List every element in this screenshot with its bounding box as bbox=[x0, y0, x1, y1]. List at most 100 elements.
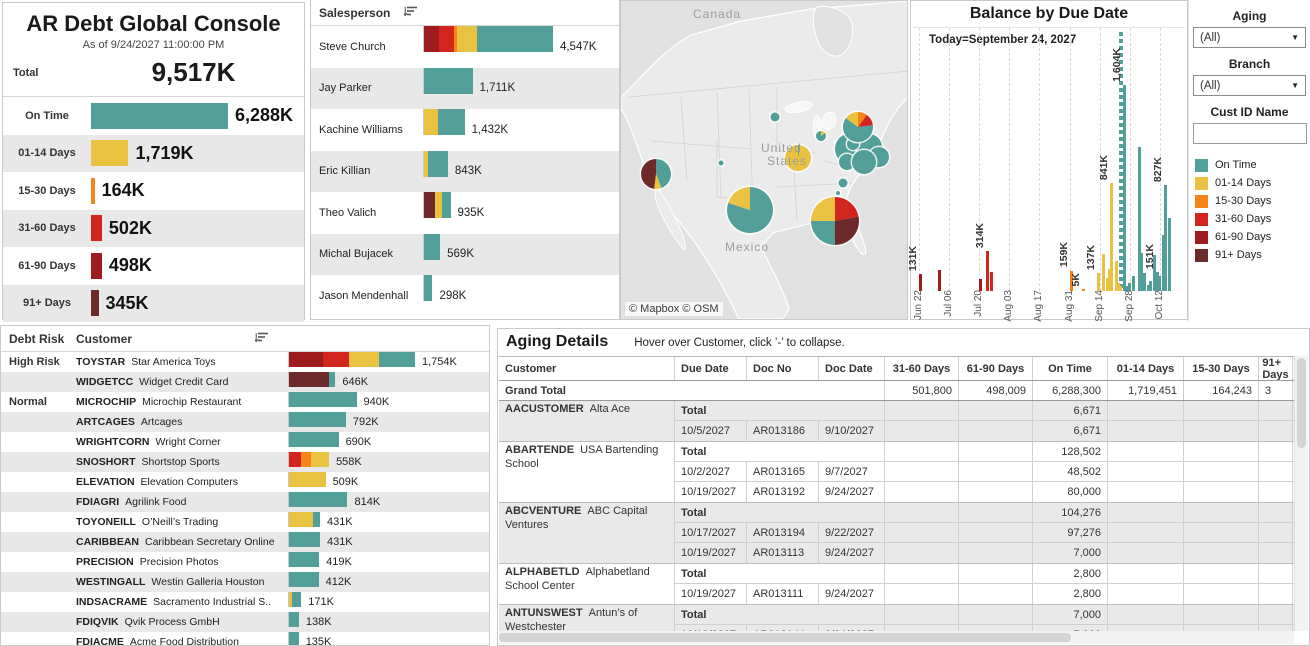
column-header[interactable]: 91+ Days bbox=[1259, 357, 1293, 380]
invoice-row[interactable]: 10/19/2027AR0131929/24/202780,000 bbox=[675, 482, 1294, 502]
group-total-row[interactable]: Total104,276 bbox=[675, 503, 1294, 523]
column-header[interactable]: 61-90 Days bbox=[959, 357, 1033, 380]
salesperson-row[interactable]: Kachine Williams1,432K bbox=[311, 109, 619, 151]
column-header[interactable]: 15-30 Days bbox=[1184, 357, 1259, 380]
legend-item[interactable]: 91+ Days bbox=[1189, 246, 1310, 264]
salesperson-row[interactable]: Steve Church4,547K bbox=[311, 26, 619, 68]
sort-icon[interactable] bbox=[255, 332, 268, 346]
bar-segment[interactable] bbox=[424, 275, 432, 301]
customer-row[interactable]: FDIQVIKQvik Process GmbH138K bbox=[1, 612, 489, 632]
customer-row[interactable]: WRIGHTCORNWright Corner690K bbox=[1, 432, 489, 452]
bar[interactable] bbox=[1123, 85, 1126, 291]
map-panel[interactable]: Canada United States Mexico © Mapbox © O… bbox=[620, 0, 908, 320]
map-pie[interactable] bbox=[836, 191, 840, 195]
group-customer-cell[interactable]: ABARTENDEUSA Bartending School bbox=[499, 442, 675, 502]
bar-segment[interactable] bbox=[428, 151, 448, 177]
invoice-row[interactable]: 10/2/2027AR0131659/7/202748,502 bbox=[675, 462, 1294, 482]
bar-segment[interactable] bbox=[289, 512, 313, 527]
bar-segment[interactable] bbox=[424, 26, 439, 52]
grand-total-row[interactable]: Grand Total501,800498,0096,288,3001,719,… bbox=[499, 381, 1294, 401]
summary-row[interactable]: 91+ Days345K bbox=[3, 285, 304, 323]
customer-row[interactable]: FDIAGRIAgrilink Food814K bbox=[1, 492, 489, 512]
group-total-row[interactable]: Total6,671 bbox=[675, 401, 1294, 421]
bar-segment[interactable] bbox=[289, 372, 329, 387]
sort-icon[interactable] bbox=[404, 6, 417, 20]
cust-id-name-input[interactable] bbox=[1193, 123, 1307, 144]
summary-row[interactable]: 15-30 Days164K bbox=[3, 172, 304, 210]
invoice-row[interactable]: 10/17/2027AR0131949/22/202797,276 bbox=[675, 523, 1294, 543]
bar-segment[interactable] bbox=[289, 612, 299, 627]
invoice-row[interactable]: 10/19/2027AR0131139/24/20277,000 bbox=[675, 543, 1294, 563]
legend-item[interactable]: On Time bbox=[1189, 156, 1310, 174]
customer-row[interactable]: High RiskTOYSTARStar America Toys1,754K bbox=[1, 352, 489, 372]
bar[interactable] bbox=[1158, 276, 1161, 291]
bar-segment[interactable] bbox=[289, 532, 320, 547]
bar-segment[interactable] bbox=[301, 452, 310, 467]
bar-segment[interactable] bbox=[311, 452, 330, 467]
bar-segment[interactable] bbox=[477, 26, 553, 52]
group-total-row[interactable]: Total7,000 bbox=[675, 605, 1294, 625]
customer-row[interactable]: ARTCAGESArtcages792K bbox=[1, 412, 489, 432]
customer-row[interactable]: CARIBBEANCaribbean Secretary Online431K bbox=[1, 532, 489, 552]
bar-segment[interactable] bbox=[313, 512, 320, 527]
bar-segment[interactable] bbox=[438, 109, 464, 135]
bar-segment[interactable] bbox=[349, 352, 380, 367]
customer-row[interactable]: TOYONEILLO’Neill’s Trading431K bbox=[1, 512, 489, 532]
customer-row[interactable]: WESTINGALLWestin Galleria Houston412K bbox=[1, 572, 489, 592]
bar-segment[interactable] bbox=[289, 552, 319, 567]
invoice-row[interactable]: 10/19/2027AR0131119/24/20272,800 bbox=[675, 584, 1294, 604]
group-total-row[interactable]: Total128,502 bbox=[675, 442, 1294, 462]
column-header[interactable]: 31-60 Days bbox=[885, 357, 959, 380]
customer-row[interactable]: SNOSHORTShortstop Sports558K bbox=[1, 452, 489, 472]
bar-segment[interactable] bbox=[289, 432, 339, 447]
group-customer-cell[interactable]: ANTUNSWESTAntun’s of Westchester bbox=[499, 605, 675, 631]
bar-segment[interactable] bbox=[424, 109, 438, 135]
bar[interactable] bbox=[91, 140, 128, 166]
horizontal-scrollbar-thumb[interactable] bbox=[499, 633, 1071, 642]
bar[interactable] bbox=[1164, 185, 1167, 291]
legend-item[interactable]: 15-30 Days bbox=[1189, 192, 1310, 210]
bar-segment[interactable] bbox=[289, 572, 319, 587]
customer-row[interactable]: INDSACRAMESacramento Industrial S..171K bbox=[1, 592, 489, 612]
customer-group[interactable]: AACUSTOMERAlta AceTotal6,67110/5/2027AR0… bbox=[499, 401, 1294, 442]
bar[interactable] bbox=[938, 270, 941, 291]
bar[interactable] bbox=[1149, 281, 1152, 291]
legend-item[interactable]: 61-90 Days bbox=[1189, 228, 1310, 246]
bar-segment[interactable] bbox=[424, 234, 440, 260]
bar-segment[interactable] bbox=[292, 592, 302, 607]
map-attribution[interactable]: © Mapbox © OSM bbox=[625, 302, 723, 316]
customer-group[interactable]: ANTUNSWESTAntun’s of WestchesterTotal7,0… bbox=[499, 605, 1294, 631]
bar-segment[interactable] bbox=[289, 632, 299, 646]
customer-row[interactable]: NormalMICROCHIPMicrochip Restaurant940K bbox=[1, 392, 489, 412]
summary-row[interactable]: 31-60 Days502K bbox=[3, 210, 304, 248]
column-header[interactable]: Doc No bbox=[747, 357, 819, 380]
customer-row[interactable]: WIDGETCCWidget Credit Card646K bbox=[1, 372, 489, 392]
bar-segment[interactable] bbox=[289, 492, 347, 507]
vertical-scrollbar[interactable] bbox=[1294, 356, 1308, 631]
bar[interactable] bbox=[91, 290, 99, 316]
bar[interactable] bbox=[91, 178, 95, 204]
salesperson-row[interactable]: Theo Valich935K bbox=[311, 192, 619, 234]
bar-segment[interactable] bbox=[289, 452, 301, 467]
horizontal-scrollbar[interactable] bbox=[499, 631, 1294, 644]
bar-segment[interactable] bbox=[289, 352, 323, 367]
group-customer-cell[interactable]: AACUSTOMERAlta Ace bbox=[499, 401, 675, 441]
bar[interactable] bbox=[919, 274, 922, 291]
summary-row[interactable]: On Time6,288K bbox=[3, 97, 304, 135]
map-pie[interactable] bbox=[852, 150, 876, 174]
group-customer-cell[interactable]: ALPHABETLDAlphabetland School Center bbox=[499, 564, 675, 604]
bar-segment[interactable] bbox=[439, 26, 454, 52]
bar-segment[interactable] bbox=[289, 412, 346, 427]
salesperson-row[interactable]: Michal Bujacek569K bbox=[311, 234, 619, 276]
bar-segment[interactable] bbox=[289, 392, 357, 407]
invoice-row[interactable]: 10/5/2027AR0131869/10/20276,671 bbox=[675, 421, 1294, 441]
bar-segment[interactable] bbox=[329, 372, 335, 387]
salesperson-row[interactable]: Jason Mendenhall298K bbox=[311, 275, 619, 317]
bar-segment[interactable] bbox=[442, 192, 451, 218]
summary-row[interactable]: 01-14 Days1,719K bbox=[3, 135, 304, 173]
bar[interactable] bbox=[1110, 183, 1113, 291]
customer-group[interactable]: ABARTENDEUSA Bartending SchoolTotal128,5… bbox=[499, 442, 1294, 503]
bar[interactable] bbox=[91, 103, 228, 129]
bar[interactable] bbox=[986, 251, 989, 291]
map-pie[interactable] bbox=[839, 179, 848, 188]
